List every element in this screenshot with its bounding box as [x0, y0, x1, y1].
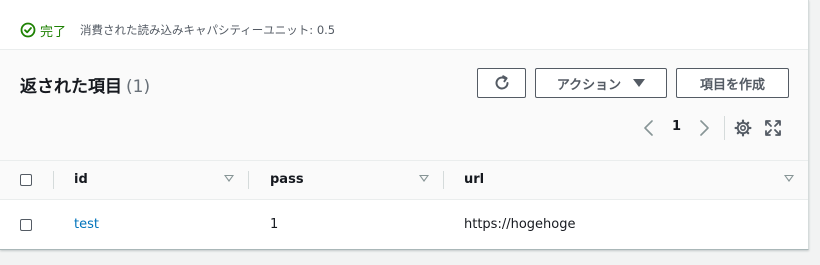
item-count: (1) — [126, 77, 151, 97]
cell-url: https://hogehoge — [464, 217, 576, 232]
results-panel: 完了 消費された読み込みキャパシティーユニット: 0.5 返された項目 (1) ア… — [0, 0, 809, 250]
table-header-area: 返された項目 (1) アクション 項目を作成 1 — [0, 50, 808, 161]
gear-icon[interactable] — [734, 119, 752, 137]
column-header-id[interactable]: id — [74, 172, 88, 187]
cell-pass: 1 — [270, 217, 279, 232]
column-header-pass[interactable]: pass — [270, 172, 304, 187]
status-bar: 完了 消費された読み込みキャパシティーユニット: 0.5 — [0, 0, 808, 50]
refresh-button[interactable] — [477, 68, 526, 98]
capacity-units-text: 消費された読み込みキャパシティーユニット: 0.5 — [80, 23, 336, 37]
cell-id-link[interactable]: test — [74, 217, 99, 232]
check-circle-icon — [20, 22, 36, 38]
page-title: 返された項目 (1) — [20, 72, 150, 97]
sort-icon[interactable] — [224, 175, 234, 182]
column-divider — [53, 171, 54, 189]
chevron-left-icon[interactable] — [641, 116, 657, 140]
chevron-right-icon[interactable] — [696, 116, 712, 140]
actions-dropdown-button[interactable]: アクション — [535, 68, 667, 98]
current-page[interactable]: 1 — [672, 119, 681, 134]
refresh-icon — [495, 75, 508, 90]
column-divider[interactable] — [443, 171, 444, 189]
caret-down-icon — [633, 79, 646, 87]
create-item-label: 項目を作成 — [699, 77, 765, 93]
status-label: 完了 — [40, 25, 67, 40]
column-divider[interactable] — [248, 171, 249, 189]
table-row[interactable]: test 1 https://hogehoge — [0, 200, 808, 249]
title-text: 返された項目 — [20, 77, 122, 97]
column-header-url[interactable]: url — [464, 172, 484, 187]
fullscreen-icon[interactable] — [764, 119, 782, 137]
table-header-row: id pass url — [0, 161, 808, 200]
actions-label: アクション — [556, 77, 622, 93]
select-all-checkbox[interactable] — [20, 174, 32, 186]
row-checkbox[interactable] — [20, 219, 32, 231]
sort-icon[interactable] — [784, 175, 794, 182]
create-item-button[interactable]: 項目を作成 — [676, 68, 789, 98]
pager-divider — [724, 116, 725, 140]
sort-icon[interactable] — [419, 175, 429, 182]
